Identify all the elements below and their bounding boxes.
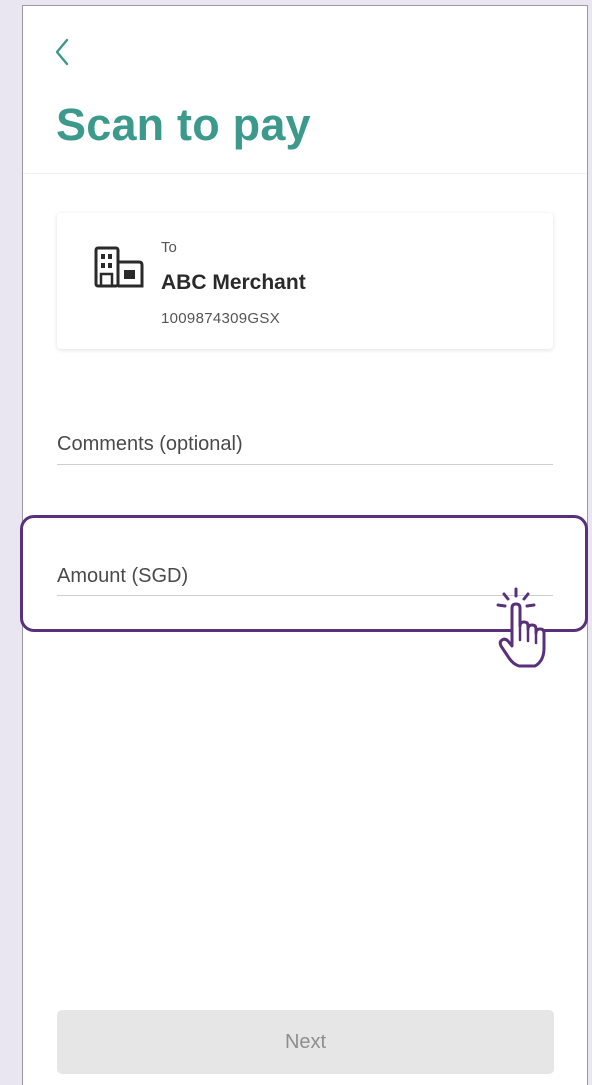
page-title: Scan to pay: [56, 99, 311, 150]
comments-underline: [57, 464, 553, 465]
next-button[interactable]: Next: [57, 1010, 554, 1074]
to-label: To: [161, 239, 177, 256]
back-button[interactable]: [51, 34, 75, 70]
amount-label: Amount (SGD): [57, 565, 189, 587]
merchant-id: 1009874309GSX: [161, 310, 280, 327]
building-icon: [94, 246, 144, 288]
comments-field[interactable]: Comments (optional): [57, 434, 553, 466]
chevron-left-icon: [55, 38, 69, 66]
comments-label: Comments (optional): [57, 433, 243, 455]
merchant-card: To ABC Merchant 1009874309GSX: [57, 213, 553, 349]
tap-hand-icon: [496, 587, 546, 668]
app-screen: Scan to pay To ABC Merchant 1009874309GS…: [20, 5, 588, 1085]
header-divider: [23, 173, 587, 174]
amount-underline: [57, 595, 553, 596]
merchant-name: ABC Merchant: [161, 271, 306, 294]
amount-field[interactable]: Amount (SGD): [57, 566, 553, 598]
